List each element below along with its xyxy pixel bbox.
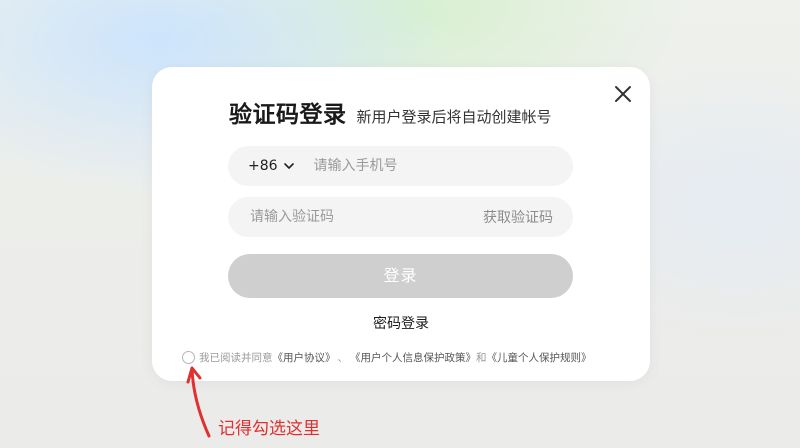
verification-code-input[interactable] <box>248 208 452 226</box>
agreement-conjunction: 和 <box>476 352 487 364</box>
agreement-separator: 、 <box>337 352 349 364</box>
country-code-label: +86 <box>248 158 278 174</box>
dialog-title: 验证码登录 <box>229 102 347 128</box>
user-agreement-link[interactable]: 《用户协议》 <box>273 350 336 365</box>
country-code-select[interactable]: +86 <box>248 158 294 174</box>
password-login-link[interactable]: 密码登录 <box>152 313 650 333</box>
annotation-note: 记得勾选这里 <box>218 419 320 439</box>
agreement-prefix: 我已阅读并同意 <box>199 352 273 364</box>
code-field: 获取验证码 <box>228 197 573 237</box>
agreement-row: 我已阅读并同意 《用户协议》 、 《用户个人信息保护政策》 和 《儿童个人保护规… <box>182 350 592 365</box>
dialog-heading: 验证码登录 新用户登录后将自动创建帐号 <box>229 95 552 129</box>
get-code-button[interactable]: 获取验证码 <box>483 207 553 227</box>
privacy-policy-link[interactable]: 《用户个人信息保护政策》 <box>350 350 476 365</box>
phone-field: +86 <box>228 146 573 186</box>
children-protection-link[interactable]: 《儿童个人保护规则》 <box>487 350 592 365</box>
login-dialog: 验证码登录 新用户登录后将自动创建帐号 +86 获取验证码 登录 密码登录 我已… <box>152 67 650 381</box>
chevron-down-icon <box>283 162 294 169</box>
login-button[interactable]: 登录 <box>228 254 573 298</box>
close-button[interactable] <box>612 83 634 105</box>
arrow-up-icon <box>186 366 211 438</box>
agreement-checkbox[interactable] <box>182 351 195 364</box>
dialog-subtitle: 新用户登录后将自动创建帐号 <box>356 108 552 126</box>
close-icon <box>615 86 631 102</box>
phone-input[interactable] <box>311 157 536 175</box>
